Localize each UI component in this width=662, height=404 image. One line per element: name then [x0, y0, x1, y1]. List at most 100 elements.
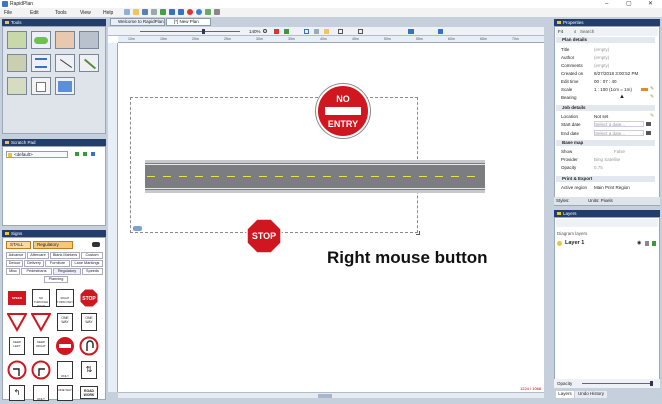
zoom-icon[interactable] — [263, 29, 267, 33]
shape-tool[interactable] — [31, 31, 51, 49]
eye-icon[interactable]: ◉ — [637, 240, 641, 246]
section-plan-details[interactable]: Plan details — [556, 37, 655, 43]
add-icon[interactable] — [75, 152, 79, 156]
section-base-map[interactable]: Base map — [556, 140, 655, 146]
dimension-tool[interactable] — [79, 54, 99, 72]
add-remote-icon[interactable] — [83, 152, 87, 156]
search-icon[interactable]: ⌕ — [574, 29, 577, 34]
filter-aftercare[interactable]: Aftercare — [27, 252, 49, 259]
maximize-icon[interactable]: ▢ — [626, 0, 632, 8]
arrange-icon[interactable] — [284, 29, 289, 34]
sign-speed-limit[interactable]: SPEED LIMIT — [7, 288, 27, 314]
share-icon[interactable] — [91, 152, 95, 156]
prop-provider[interactable]: Provider Bing Satellite — [559, 156, 653, 163]
filter-speeds[interactable]: Speeds — [82, 268, 103, 275]
prop-edit-time[interactable]: Edit time 00 : 07 : 40 — [559, 78, 653, 85]
filter-furniture[interactable]: Furniture — [45, 260, 70, 267]
toolbar-settings-icon[interactable] — [214, 9, 220, 15]
toolbar-image-icon[interactable] — [205, 9, 211, 15]
filter-custom[interactable]: Custom — [81, 252, 103, 259]
toolbar-new-icon[interactable] — [124, 9, 130, 15]
filter-delivery[interactable]: Delivery — [24, 260, 44, 267]
tab-layers[interactable]: Layers — [556, 391, 574, 398]
filter-planning[interactable]: Planning — [44, 276, 68, 283]
path-button-regulatory[interactable]: Regulatory — [33, 241, 73, 249]
sort-icon[interactable]: F4 — [558, 29, 563, 34]
menu-file[interactable]: File — [4, 10, 12, 16]
prop-title[interactable]: Title (empty) — [559, 46, 653, 53]
arc-tool[interactable] — [7, 77, 27, 95]
filter-advance[interactable]: Advance — [6, 252, 26, 259]
start-date-input[interactable]: Select a date... — [594, 121, 644, 127]
sign-one-way-up[interactable]: ONE WAY — [55, 384, 75, 404]
sign-no-u-turn[interactable] — [79, 336, 99, 356]
tab-new-plan[interactable]: [*] New Plan — [166, 18, 211, 26]
sign-give-way-2[interactable] — [30, 312, 52, 333]
tab-undo-history[interactable]: Undo History — [575, 391, 607, 398]
prop-location[interactable]: Location Not set ✎ — [559, 113, 654, 120]
stop-sign[interactable]: STOP — [246, 218, 282, 254]
toolbar-redo-icon[interactable] — [178, 9, 184, 15]
sign-turn-left[interactable]: ↰ — [7, 384, 27, 404]
zoom-slider-thumb[interactable] — [202, 29, 205, 34]
filter-misc[interactable]: Misc — [6, 268, 20, 275]
toolbar-delete-icon[interactable] — [187, 9, 193, 15]
text-tool[interactable] — [31, 77, 51, 95]
curve-road-tool[interactable] — [7, 54, 27, 72]
prop-comments[interactable]: Comments (empty) — [559, 62, 653, 69]
end-date-input[interactable]: Select a date... — [594, 130, 644, 136]
no-entry-sign[interactable]: NO ENTRY — [316, 84, 370, 138]
sign-tool[interactable] — [55, 31, 75, 49]
toolbar-save-icon[interactable] — [142, 9, 148, 15]
horizontal-scrollbar[interactable] — [118, 392, 544, 398]
menu-view[interactable]: View — [80, 10, 91, 16]
toolbar-undo-icon[interactable] — [169, 9, 175, 15]
edit-pencil-icon[interactable]: ✎ — [650, 113, 654, 119]
layers-tool-icon[interactable] — [324, 29, 329, 34]
road-tool[interactable] — [7, 31, 27, 49]
intersection-tool[interactable] — [79, 31, 99, 49]
toolbar-help-icon[interactable] — [196, 9, 202, 15]
calendar-icon[interactable] — [646, 122, 651, 126]
grid-icon[interactable] — [304, 29, 309, 34]
units-label[interactable]: Units: Pixels — [588, 198, 613, 203]
close-icon[interactable]: ✕ — [648, 0, 653, 8]
sign-no-through-road[interactable]: NO THROUGH ROAD — [31, 288, 51, 308]
scrollbar-thumb[interactable] — [318, 394, 332, 398]
menu-help[interactable]: Help — [103, 10, 113, 16]
filter-regulatory[interactable]: Regulatory — [53, 268, 81, 275]
lock-icon[interactable] — [645, 241, 649, 246]
calendar-icon[interactable] — [646, 131, 651, 135]
filter-detour[interactable]: Detour — [6, 260, 23, 267]
measure-icon[interactable] — [338, 29, 343, 34]
sign-no-right-turn[interactable] — [31, 360, 51, 380]
pan-icon[interactable] — [274, 29, 279, 34]
section-print-export[interactable]: Print & Export — [556, 176, 655, 182]
sign-straight-only[interactable]: ONLY — [55, 360, 75, 380]
tab-welcome[interactable]: Welcome to RapidPlan — [110, 18, 165, 26]
print-region-handle[interactable] — [133, 226, 142, 231]
prop-bearing[interactable]: Bearing ▲ ✎ — [559, 94, 654, 101]
line-tool[interactable] — [55, 54, 75, 72]
export-icon[interactable] — [438, 29, 443, 34]
prop-active-region[interactable]: Active region Main Print Region — [559, 184, 653, 191]
select-icon[interactable] — [358, 29, 363, 34]
camera-icon[interactable] — [408, 29, 414, 34]
layer-row[interactable]: Layer 1 ◉ — [557, 240, 657, 248]
path-button-stall[interactable]: STALL — [6, 241, 31, 249]
prop-end-date[interactable]: End date Select a date... — [559, 130, 653, 137]
minimize-icon[interactable]: – — [605, 0, 608, 8]
toolbar-open-icon[interactable] — [133, 9, 139, 15]
sign-give-way[interactable] — [6, 312, 28, 333]
sign-turn-right-only[interactable]: ONLY — [31, 384, 51, 404]
layer-color-icon[interactable] — [652, 241, 656, 246]
menu-tools[interactable]: Tools — [55, 10, 67, 16]
image-tool[interactable] — [55, 77, 75, 95]
sign-no-left-turn[interactable] — [7, 360, 27, 380]
opacity-slider-thumb[interactable] — [650, 381, 653, 386]
prop-start-date[interactable]: Start date Select a date... — [559, 121, 653, 128]
sign-right-turn-only[interactable]: RIGHT TURN ONLY — [55, 288, 75, 308]
toolbar-export-icon[interactable] — [160, 9, 166, 15]
filter-lane-markings[interactable]: Lane Markings — [71, 260, 103, 267]
filter-blank-markers[interactable]: Blank Markers — [50, 252, 80, 259]
